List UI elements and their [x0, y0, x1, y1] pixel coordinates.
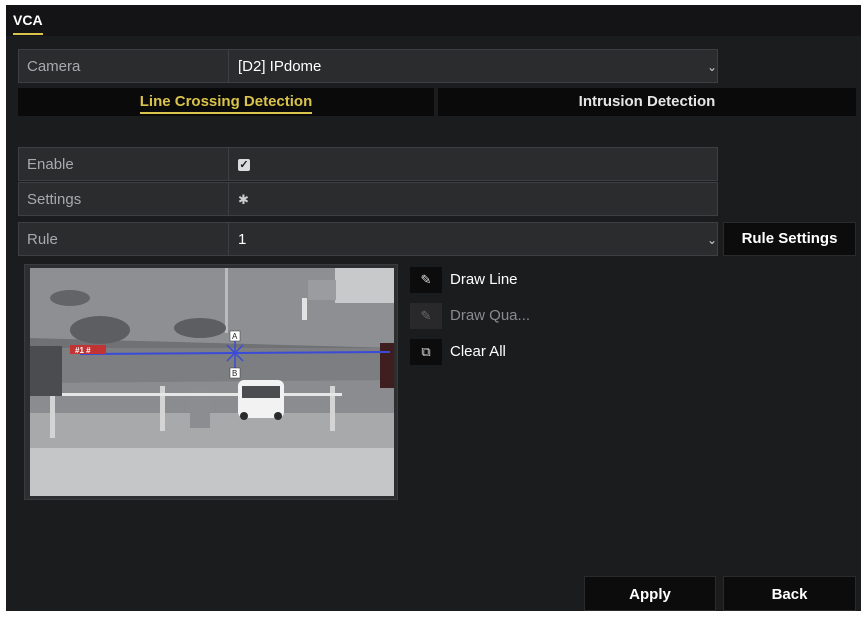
enable-checkbox[interactable]: ✓: [238, 159, 250, 171]
rule-row: Rule 1 ⌄: [18, 222, 718, 256]
back-button[interactable]: Back: [723, 576, 856, 611]
clear-all-label: Clear All: [450, 343, 506, 360]
camera-value: [D2] IPdome: [238, 58, 322, 75]
camera-preview-image: #1 # A B: [30, 268, 394, 496]
rule-label: Rule: [27, 231, 58, 248]
window-title: VCA: [13, 12, 43, 28]
direction-b-label: B: [232, 369, 237, 378]
settings-row: Settings ✱: [18, 182, 718, 216]
draw-quadrilateral-label: Draw Qua...: [450, 307, 531, 324]
clear-icon: ⧉: [410, 339, 442, 365]
draw-line-label: Draw Line: [450, 271, 518, 288]
row-divider: [228, 183, 229, 215]
title-bar: VCA: [6, 5, 861, 36]
title-underline: [13, 33, 43, 35]
camera-label: Camera: [27, 58, 81, 75]
chevron-down-icon: ⌄: [706, 233, 717, 247]
direction-a-label: A: [232, 332, 238, 341]
settings-label: Settings: [27, 191, 82, 208]
line-id-label: #1 #: [75, 346, 91, 355]
enable-row: Enable ✓: [18, 147, 718, 181]
rule-settings-button[interactable]: Rule Settings: [723, 222, 856, 256]
pencil-icon: ✎: [410, 267, 442, 293]
tab-line-crossing-detection[interactable]: Line Crossing Detection: [18, 88, 434, 116]
camera-select[interactable]: [D2] IPdome ⌄: [229, 50, 717, 82]
gear-icon[interactable]: ✱: [238, 191, 249, 209]
camera-row: Camera [D2] IPdome ⌄: [18, 49, 718, 83]
tab-intrusion-detection[interactable]: Intrusion Detection: [438, 88, 856, 116]
chevron-down-icon: ⌄: [706, 60, 717, 74]
camera-preview[interactable]: #1 # A B: [24, 264, 398, 500]
enable-label: Enable: [27, 156, 74, 173]
apply-button[interactable]: Apply: [584, 576, 716, 611]
row-divider: [228, 148, 229, 180]
tab-label: Intrusion Detection: [578, 93, 716, 110]
rule-value: 1: [238, 231, 247, 248]
edit-icon: ✎: [410, 303, 442, 329]
tab-label: Line Crossing Detection: [139, 93, 313, 114]
vca-window: VCA Camera [D2] IPdome ⌄ Line Crossing D…: [6, 5, 861, 611]
rule-select[interactable]: 1 ⌄: [229, 223, 717, 255]
